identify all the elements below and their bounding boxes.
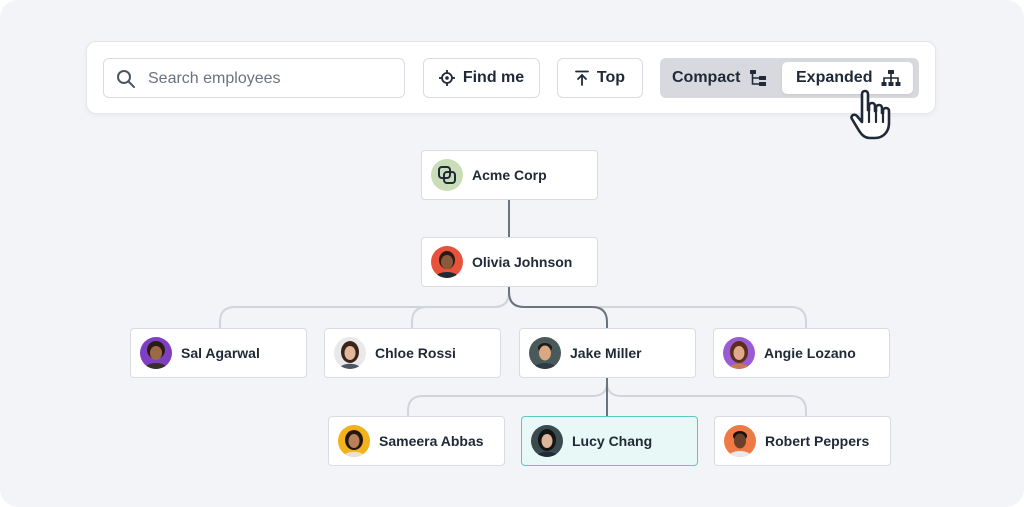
employee-node[interactable]: Robert Peppers bbox=[714, 416, 891, 466]
avatar bbox=[529, 337, 561, 369]
employee-name: Robert Peppers bbox=[765, 433, 870, 449]
employee-name: Angie Lozano bbox=[764, 345, 856, 361]
avatar bbox=[723, 337, 755, 369]
employee-node[interactable]: Sal Agarwal bbox=[130, 328, 307, 378]
avatar bbox=[338, 425, 370, 457]
avatar bbox=[724, 425, 756, 457]
employee-name: Chloe Rossi bbox=[375, 345, 456, 361]
employee-node[interactable]: Angie Lozano bbox=[713, 328, 890, 378]
employee-name: Sal Agarwal bbox=[181, 345, 260, 361]
avatar bbox=[431, 246, 463, 278]
employee-node[interactable]: Jake Miller bbox=[519, 328, 696, 378]
employee-name: Olivia Johnson bbox=[472, 254, 573, 270]
employee-node[interactable]: Olivia Johnson bbox=[421, 237, 598, 287]
avatar bbox=[334, 337, 366, 369]
employee-name: Sameera Abbas bbox=[379, 433, 484, 449]
company-name: Acme Corp bbox=[472, 167, 547, 183]
employee-node-selected[interactable]: Lucy Chang bbox=[521, 416, 698, 466]
employee-node[interactable]: Chloe Rossi bbox=[324, 328, 501, 378]
employee-name: Jake Miller bbox=[570, 345, 642, 361]
employee-node[interactable]: Sameera Abbas bbox=[328, 416, 505, 466]
avatar bbox=[531, 425, 563, 457]
avatar bbox=[140, 337, 172, 369]
overlapping-squares-icon bbox=[431, 159, 463, 191]
app-frame: Find me Top Compact Expanded bbox=[0, 0, 1024, 507]
employee-name: Lucy Chang bbox=[572, 433, 653, 449]
company-node[interactable]: Acme Corp bbox=[421, 150, 598, 200]
